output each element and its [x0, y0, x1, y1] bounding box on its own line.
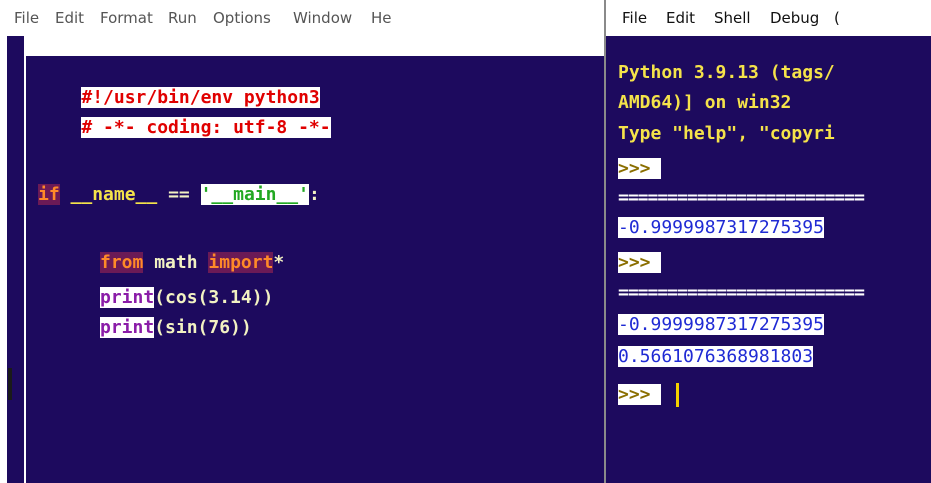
code-line-print-cos[interactable]: print(cos(3.14)) — [100, 285, 273, 310]
import-star: * — [273, 252, 285, 273]
menu-options[interactable]: Options — [213, 9, 271, 27]
shell-restart-separator-2: ========================= — [618, 282, 865, 303]
builtin-print: print — [100, 317, 155, 338]
name-dunder: __name__ — [70, 184, 158, 205]
prompt-marker: >>> — [618, 158, 662, 179]
editor-menubar: File Edit Format Run Options Window He — [0, 0, 604, 36]
keyword-import: import — [208, 252, 274, 273]
print-sin-args: (sin(76)) — [154, 317, 252, 338]
shell-menu-shell[interactable]: Shell — [714, 9, 751, 27]
colon: : — [308, 184, 320, 205]
menu-edit[interactable]: Edit — [55, 9, 84, 27]
result-value: 0.5661076368981803 — [618, 346, 814, 367]
shell-output-3: 0.5661076368981803 — [618, 344, 814, 370]
text-cursor — [676, 383, 679, 407]
main-string: '__main__' — [200, 184, 309, 205]
shell-menu-edit[interactable]: Edit — [666, 9, 695, 27]
shell-restart-separator-1: ========================= — [618, 187, 865, 208]
code-line-2[interactable]: # -*- coding: utf-8 -*- — [38, 90, 331, 138]
editor-gutter — [7, 36, 24, 483]
shell-banner-line-1: Python 3.9.13 (tags/ — [618, 62, 835, 83]
gutter-marker — [8, 368, 12, 400]
shell-menu-options-partial[interactable]: ( — [834, 9, 840, 27]
shell-prompt-1: >>> — [618, 156, 662, 182]
code-line-if[interactable]: if __name__ == '__main__': — [38, 182, 320, 207]
shell-menubar: File Edit Shell Debug ( — [606, 0, 931, 36]
code-line-import[interactable]: from math import* — [100, 250, 284, 275]
code-line-print-sin[interactable]: print(sin(76)) — [100, 315, 252, 340]
menu-format[interactable]: Format — [100, 9, 153, 27]
keyword-from: from — [100, 252, 144, 273]
editor-window: File Edit Format Run Options Window He #… — [0, 0, 604, 483]
shell-output-2: -0.9999987317275395 — [618, 312, 824, 338]
shell-prompt-3[interactable]: >>> — [618, 382, 662, 408]
result-value: -0.9999987317275395 — [618, 217, 824, 238]
shell-prompt-2: >>> — [618, 250, 662, 276]
menu-run[interactable]: Run — [168, 9, 197, 27]
keyword-if: if — [38, 184, 60, 205]
menu-file[interactable]: File — [14, 9, 39, 27]
menu-window[interactable]: Window — [293, 9, 352, 27]
print-cos-args: (cos(3.14)) — [154, 287, 274, 308]
prompt-marker: >>> — [618, 384, 662, 405]
shell-menu-debug[interactable]: Debug — [770, 9, 819, 27]
result-value: -0.9999987317275395 — [618, 314, 824, 335]
equals-operator: == — [157, 184, 201, 205]
shell-banner-line-3: Type "help", "copyri — [618, 123, 835, 144]
coding-comment: # -*- coding: utf-8 -*- — [81, 117, 331, 138]
shell-output-1: -0.9999987317275395 — [618, 215, 824, 241]
shell-window: File Edit Shell Debug ( Python 3.9.13 (t… — [604, 0, 931, 483]
module-math: math — [143, 252, 209, 273]
shell-banner-line-2: AMD64)] on win32 — [618, 92, 792, 113]
builtin-print: print — [100, 287, 155, 308]
menu-help[interactable]: He — [371, 9, 392, 27]
code-line-1[interactable]: #!/usr/bin/env python3 — [38, 60, 320, 108]
shell-menu-file[interactable]: File — [622, 9, 647, 27]
prompt-marker: >>> — [618, 252, 662, 273]
